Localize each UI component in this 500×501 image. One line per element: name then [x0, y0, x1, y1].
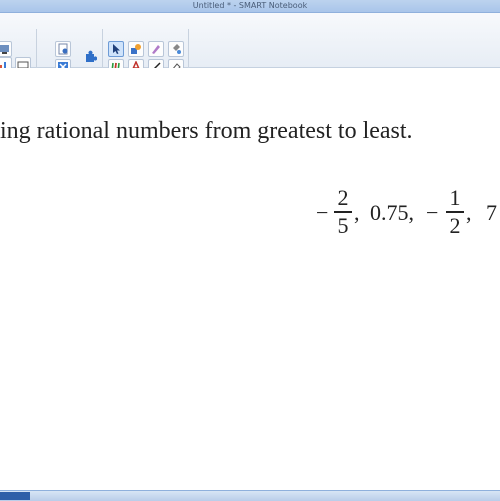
minus-sign: − — [316, 200, 329, 225]
shapes-icon[interactable] — [128, 41, 144, 57]
fraction-neg-two-fifths: 2 5 — [334, 186, 352, 238]
truncated-value: 7 — [486, 200, 497, 225]
comma: , — [354, 200, 360, 225]
fraction-neg-one-half: 1 2 — [446, 186, 464, 238]
bottom-bar — [0, 490, 500, 501]
highlighter-icon[interactable] — [148, 41, 164, 57]
puzzle-icon[interactable] — [82, 49, 98, 65]
toolbar — [0, 13, 500, 75]
instruction-text: ing rational numbers from greatest to le… — [0, 118, 413, 144]
screen-capture-icon[interactable] — [0, 41, 12, 57]
new-page-icon[interactable] — [55, 41, 71, 57]
fill-icon[interactable] — [168, 41, 184, 57]
title-bar: Untitled * - SMART Notebook — [0, 0, 500, 13]
select-icon[interactable] — [108, 41, 124, 57]
window-title: Untitled * - SMART Notebook — [192, 1, 308, 10]
page-sorter-tab[interactable] — [0, 492, 30, 500]
decimal-value: 0.75, — [370, 200, 414, 225]
fraction-denominator: 5 — [337, 212, 349, 238]
fraction-numerator: 2 — [337, 185, 349, 210]
fraction-denominator: 2 — [449, 212, 461, 238]
fraction-numerator: 1 — [449, 185, 461, 210]
minus-sign: − — [426, 200, 439, 225]
comma: , — [466, 200, 472, 225]
